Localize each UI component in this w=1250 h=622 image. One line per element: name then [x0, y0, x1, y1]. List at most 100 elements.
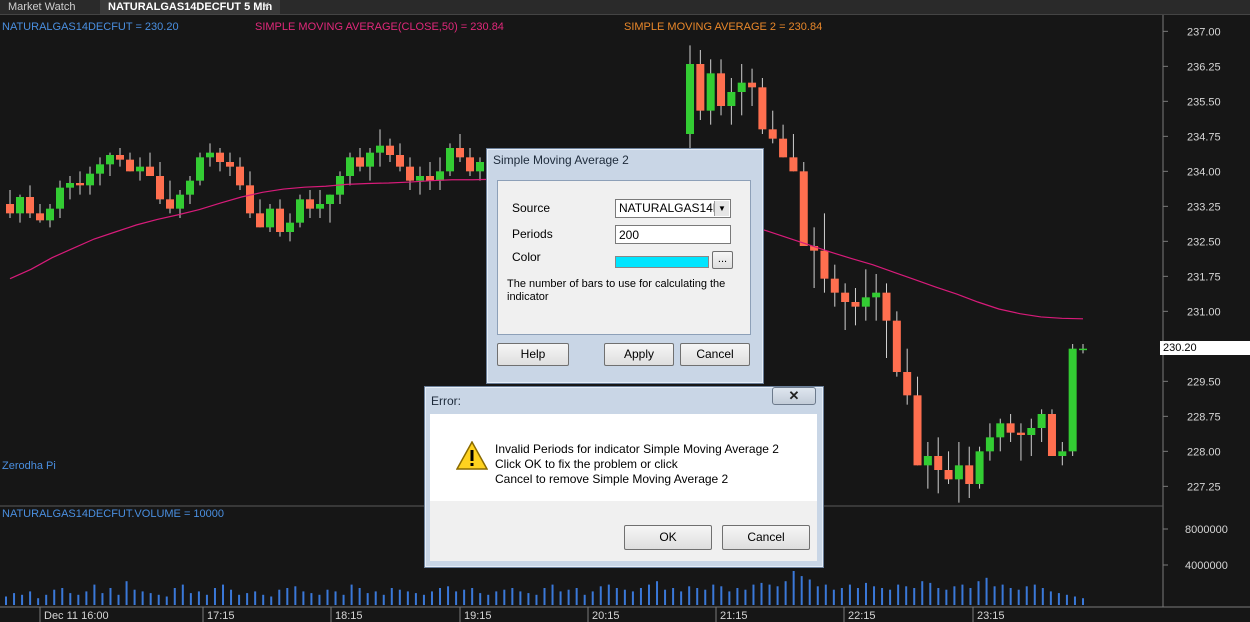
- volume-bar: [824, 584, 827, 605]
- help-button[interactable]: Help: [497, 343, 569, 366]
- candle-body: [396, 155, 404, 167]
- volume-bar: [784, 581, 787, 605]
- volume-bar: [117, 594, 120, 605]
- candle-body: [975, 451, 984, 484]
- volume-bar: [937, 588, 940, 605]
- volume-bar: [760, 582, 763, 605]
- candle-body: [266, 208, 274, 228]
- volume-bar: [736, 588, 739, 605]
- volume-bar: [527, 593, 530, 605]
- volume-bar: [1017, 589, 1020, 605]
- volume-bar: [430, 591, 433, 605]
- volume-bar: [969, 588, 972, 605]
- volume-bar: [889, 589, 892, 605]
- price-tick-label: 231.75: [1187, 271, 1221, 283]
- price-tick-label: 235.50: [1187, 96, 1221, 108]
- error-dialog-title: Error:: [431, 394, 461, 408]
- candle-body: [985, 437, 994, 452]
- volume-bar: [511, 588, 514, 605]
- candle-body: [106, 155, 114, 165]
- volume-bar: [197, 591, 200, 605]
- volume-bar: [398, 589, 401, 605]
- candle-body: [176, 194, 184, 209]
- volume-bar: [302, 591, 305, 605]
- source-select-value: NATURALGAS14D: [619, 201, 722, 215]
- volume-bar: [1041, 588, 1044, 605]
- volume-bar: [1049, 591, 1052, 605]
- volume-bar: [664, 589, 667, 605]
- volume-bar: [278, 589, 281, 605]
- candle-body: [26, 197, 34, 214]
- candle-body: [306, 199, 314, 209]
- candle-body: [356, 157, 364, 167]
- candle-body: [16, 197, 24, 214]
- source-select[interactable]: NATURALGAS14D ▼: [615, 199, 731, 218]
- source-label: Source: [512, 201, 551, 215]
- volume-bar: [776, 586, 779, 605]
- candle-body: [903, 372, 912, 396]
- candle-body: [706, 73, 715, 111]
- volume-bar: [688, 586, 691, 605]
- sma-cancel-button[interactable]: Cancel: [680, 343, 750, 366]
- price-tick-label: 231.00: [1187, 306, 1221, 318]
- candle-body: [116, 155, 124, 160]
- price-tick-label: 232.50: [1187, 236, 1221, 248]
- volume-bar: [639, 588, 642, 605]
- volume-bar: [390, 588, 393, 605]
- candle-body: [296, 199, 304, 223]
- volume-bar: [704, 589, 707, 605]
- volume-bar: [945, 589, 948, 605]
- candle-body: [799, 171, 808, 246]
- candle-body: [56, 187, 64, 209]
- volume-bar: [455, 591, 458, 605]
- volume-bar: [350, 584, 353, 605]
- error-line-2: Click OK to fix the problem or click: [495, 457, 678, 471]
- volume-bar: [623, 589, 626, 605]
- time-tick-label: 19:15: [464, 610, 492, 622]
- candle-body: [256, 213, 264, 228]
- apply-button[interactable]: Apply: [604, 343, 674, 366]
- candle-body: [196, 157, 204, 181]
- candle-body: [6, 204, 14, 214]
- dropdown-arrow-icon[interactable]: ▼: [714, 201, 729, 216]
- volume-bar: [294, 586, 297, 605]
- volume-bar: [848, 584, 851, 605]
- volume-bar: [13, 593, 16, 605]
- tab-market-watch[interactable]: Market Watch: [0, 0, 83, 14]
- volume-bar: [495, 591, 498, 605]
- volume-bar: [487, 594, 490, 605]
- volume-bar: [905, 586, 908, 605]
- candle-body: [76, 183, 84, 186]
- warning-icon: [456, 441, 488, 470]
- close-icon[interactable]: ✕: [772, 387, 816, 405]
- candle-body: [872, 292, 881, 298]
- volume-bar: [157, 594, 160, 605]
- close-tab-icon[interactable]: ✕: [260, 1, 272, 13]
- candle-body: [326, 194, 334, 204]
- ok-button[interactable]: OK: [624, 525, 712, 550]
- volume-bar: [374, 591, 377, 605]
- candle-body: [923, 456, 932, 466]
- volume-bar: [238, 594, 241, 605]
- periods-label: Periods: [512, 227, 553, 241]
- candle-body: [913, 395, 922, 466]
- color-picker-button[interactable]: ...: [712, 251, 733, 269]
- price-tick-label: 228.75: [1187, 411, 1221, 423]
- candle-body: [466, 157, 474, 172]
- candle-body: [1058, 451, 1067, 456]
- candle-body: [346, 157, 354, 176]
- volume-bar: [591, 591, 594, 605]
- tab-naturalgas-chart[interactable]: NATURALGAS14DECFUT 5 MIn: [100, 0, 281, 14]
- error-cancel-button[interactable]: Cancel: [722, 525, 810, 550]
- candle-body: [934, 456, 943, 470]
- time-tick-label: 18:15: [335, 610, 363, 622]
- error-dialog: Error: ✕ Invalid Periods for indicator S…: [424, 386, 824, 568]
- volume-bar: [406, 591, 409, 605]
- candle-body: [944, 470, 953, 480]
- volume-bar: [189, 593, 192, 605]
- volume-bar: [647, 584, 650, 605]
- color-swatch[interactable]: [615, 256, 709, 268]
- periods-input[interactable]: [615, 225, 731, 244]
- volume-bar: [173, 588, 176, 605]
- sma-dialog-title: Simple Moving Average 2: [493, 153, 629, 167]
